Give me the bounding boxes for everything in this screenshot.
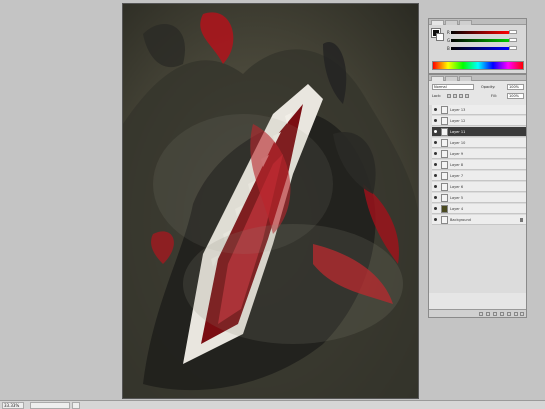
visibility-eye-icon[interactable] <box>434 218 437 221</box>
layer-row[interactable]: Layer 10 <box>432 138 526 148</box>
visibility-eye-icon[interactable] <box>434 163 437 166</box>
layer-row[interactable]: Layer 8 <box>432 160 526 170</box>
document-canvas[interactable] <box>122 3 419 399</box>
color-panel: R G B <box>428 18 527 74</box>
doc-info[interactable] <box>30 402 70 409</box>
slider-b-label: B <box>447 46 450 51</box>
slider-r-track[interactable] <box>451 31 509 34</box>
tab-channels[interactable] <box>445 76 458 81</box>
tab-layers[interactable] <box>431 76 444 81</box>
layers-panel-tabs <box>429 75 526 81</box>
slider-r-label: R <box>447 30 450 35</box>
adjustment-layer-icon[interactable] <box>500 312 504 316</box>
link-layers-icon[interactable] <box>479 312 483 316</box>
layer-name: Layer 5 <box>450 196 464 200</box>
layers-panel: Normal Opacity: 100% Lock: Fill: 100% La… <box>428 74 527 318</box>
tab-swatches[interactable] <box>445 20 458 25</box>
blend-mode-value: Normal <box>434 85 447 89</box>
status-bar: 33.33% <box>0 400 545 409</box>
slider-b-track[interactable] <box>451 47 509 50</box>
slider-g-label: G <box>447 38 451 43</box>
visibility-eye-icon[interactable] <box>434 196 437 199</box>
layer-row[interactable]: Layer 5 <box>432 193 526 203</box>
tab-styles[interactable] <box>459 20 472 25</box>
zoom-field[interactable]: 33.33% <box>2 402 24 409</box>
layer-thumbnail <box>441 161 448 169</box>
layer-thumbnail <box>441 194 448 202</box>
color-panel-tabs <box>429 19 526 25</box>
layer-name: Layer 13 <box>450 108 466 112</box>
layer-thumbnail <box>441 216 448 224</box>
artwork <box>123 12 418 398</box>
layer-name: Layer 12 <box>450 119 466 123</box>
layer-thumbnail <box>441 128 448 136</box>
layer-thumbnail <box>441 139 448 147</box>
layer-row[interactable]: Layer 9 <box>432 149 526 159</box>
layer-thumbnail <box>441 106 448 114</box>
visibility-eye-icon[interactable] <box>434 185 437 188</box>
layer-row-selected[interactable]: Layer 11 <box>432 127 526 137</box>
tab-color[interactable] <box>431 20 444 25</box>
new-group-icon[interactable] <box>507 312 511 316</box>
layer-thumbnail <box>441 117 448 125</box>
slider-g-track[interactable] <box>451 39 509 42</box>
trash-icon[interactable] <box>520 312 524 316</box>
fill-field[interactable]: 100% <box>507 93 524 99</box>
layer-name: Layer 11 <box>450 130 466 134</box>
layer-list: Layer 13 Layer 12 Layer 11 Layer 10 Laye <box>429 105 526 293</box>
layer-row[interactable]: Layer 6 <box>432 182 526 192</box>
layer-name: Layer 6 <box>450 185 464 189</box>
workspace: R G B Normal Opacity: 100% Lock: Fill: 1… <box>0 0 545 400</box>
layer-name: Layer 8 <box>450 163 464 167</box>
lock-all-icon[interactable] <box>465 94 469 98</box>
layer-row[interactable]: Layer 13 <box>432 105 526 115</box>
opacity-field[interactable]: 100% <box>507 84 524 90</box>
layer-mask-icon[interactable] <box>493 312 497 316</box>
slider-r-value[interactable] <box>509 30 517 34</box>
lock-label: Lock: <box>432 94 442 98</box>
layer-name: Layer 7 <box>450 174 464 178</box>
layer-thumbnail <box>441 183 448 191</box>
layer-thumbnail <box>441 172 448 180</box>
opacity-value: 100% <box>509 85 520 89</box>
slider-g[interactable]: G <box>447 38 517 43</box>
layers-footer <box>429 309 526 317</box>
new-layer-icon[interactable] <box>514 312 518 316</box>
slider-b-value[interactable] <box>509 46 517 50</box>
visibility-eye-icon[interactable] <box>434 207 437 210</box>
layer-row[interactable]: Background <box>432 215 526 225</box>
layer-name: Background <box>450 218 471 222</box>
fill-value: 100% <box>509 94 520 98</box>
lock-icon <box>520 218 523 222</box>
layer-name: Layer 10 <box>450 141 466 145</box>
slider-b[interactable]: B <box>447 46 517 51</box>
visibility-eye-icon[interactable] <box>434 152 437 155</box>
visibility-eye-icon[interactable] <box>434 141 437 144</box>
layer-row[interactable]: Layer 12 <box>432 116 526 126</box>
visibility-eye-icon[interactable] <box>434 130 437 133</box>
lock-position-icon[interactable] <box>459 94 463 98</box>
layer-thumbnail <box>441 205 448 213</box>
layer-row[interactable]: Layer 7 <box>432 171 526 181</box>
visibility-eye-icon[interactable] <box>434 119 437 122</box>
slider-r[interactable]: R <box>447 30 517 35</box>
blend-mode-select[interactable]: Normal <box>432 84 474 90</box>
color-spectrum-bar[interactable] <box>432 61 524 70</box>
visibility-eye-icon[interactable] <box>434 174 437 177</box>
slider-g-value[interactable] <box>509 38 517 42</box>
visibility-eye-icon[interactable] <box>434 108 437 111</box>
lock-transparent-icon[interactable] <box>447 94 451 98</box>
fill-label: Fill: <box>491 94 497 98</box>
layer-thumbnail <box>441 150 448 158</box>
zoom-value: 33.33% <box>4 403 20 408</box>
opacity-label: Opacity: <box>481 85 496 89</box>
status-menu-arrow-icon[interactable] <box>72 402 80 409</box>
lock-image-icon[interactable] <box>453 94 457 98</box>
layer-name: Layer 4 <box>450 207 464 211</box>
tab-paths[interactable] <box>459 76 472 81</box>
layer-style-icon[interactable] <box>486 312 490 316</box>
layer-row[interactable]: Layer 4 <box>432 204 526 214</box>
layer-name: Layer 9 <box>450 152 464 156</box>
background-swatch[interactable] <box>436 33 444 41</box>
